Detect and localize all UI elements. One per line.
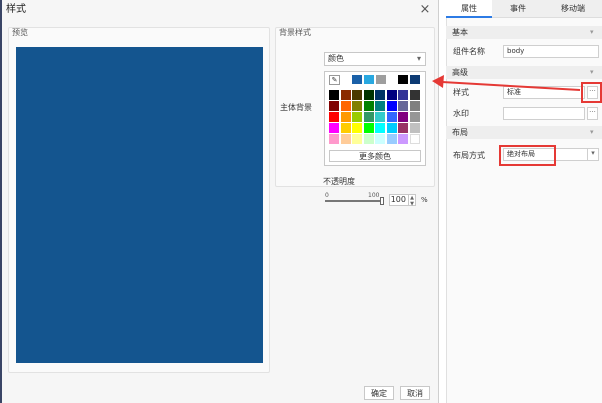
color-swatch[interactable] [398, 123, 408, 133]
opacity-stepper[interactable]: ▲ ▼ [409, 194, 416, 207]
preview-label: 预览 [12, 28, 28, 37]
recent-color-swatch[interactable] [398, 75, 408, 84]
tab-mobile[interactable]: 移动端 [544, 0, 602, 18]
preview-canvas [16, 47, 263, 363]
background-style-label: 背景样式 [279, 28, 311, 37]
recent-color-swatch[interactable] [364, 75, 374, 84]
chevron-down-icon[interactable]: ▾ [588, 148, 599, 161]
color-swatch[interactable] [329, 112, 339, 122]
recent-color-swatch[interactable] [352, 75, 362, 84]
color-swatch[interactable] [386, 134, 397, 144]
opacity-unit: % [421, 196, 428, 204]
layout-mode-label: 布局方式 [453, 151, 485, 160]
color-swatch[interactable] [352, 101, 362, 111]
eyedropper-icon[interactable]: ✎ [329, 75, 340, 85]
color-swatch[interactable] [363, 123, 374, 133]
color-swatch[interactable] [340, 112, 351, 122]
color-swatch[interactable] [352, 90, 362, 100]
color-swatch[interactable] [375, 134, 385, 144]
color-swatch[interactable] [409, 101, 420, 111]
recent-color-swatch[interactable] [376, 75, 386, 84]
close-icon[interactable]: × [418, 3, 432, 17]
component-name-label: 组件名称 [453, 47, 485, 56]
annotation-highlight-layout [499, 145, 556, 166]
color-swatch[interactable] [340, 134, 351, 144]
color-swatch[interactable] [386, 90, 397, 100]
opacity-input[interactable]: 100 [389, 194, 409, 206]
ok-button[interactable]: 确定 [364, 386, 394, 400]
section-layout[interactable] [446, 126, 602, 139]
watermark-field[interactable] [503, 107, 585, 120]
color-swatch[interactable] [340, 101, 351, 111]
section-basic[interactable] [446, 26, 602, 39]
annotation-arrow-icon [432, 75, 581, 91]
color-swatch[interactable] [398, 112, 408, 122]
color-swatch[interactable] [386, 112, 397, 122]
recent-color-swatch[interactable] [410, 75, 420, 84]
section-layout-label: 布局 [452, 128, 468, 137]
color-swatch[interactable] [398, 101, 408, 111]
color-swatch[interactable] [386, 101, 397, 111]
color-swatch[interactable] [329, 101, 339, 111]
color-swatch[interactable] [363, 90, 374, 100]
color-swatch[interactable] [329, 90, 339, 100]
chevron-down-icon[interactable]: ▾ [590, 69, 594, 76]
slider-min-label: 0 [325, 192, 329, 199]
section-basic-label: 基本 [452, 28, 468, 37]
chevron-down-icon[interactable]: ▾ [590, 29, 594, 36]
color-swatch[interactable] [340, 90, 351, 100]
color-swatch[interactable] [375, 123, 385, 133]
color-swatch[interactable] [409, 123, 420, 133]
chevron-down-icon[interactable]: ▾ [590, 129, 594, 136]
tab-properties[interactable]: 属性 [446, 0, 492, 18]
color-swatch[interactable] [375, 101, 385, 111]
color-swatch[interactable] [340, 123, 351, 133]
color-swatch[interactable] [352, 134, 362, 144]
color-swatch[interactable] [386, 123, 397, 133]
color-swatch[interactable] [329, 134, 339, 144]
more-colors-button[interactable]: 更多颜色 [329, 150, 421, 162]
color-swatch[interactable] [352, 123, 362, 133]
color-mode-value: 颜色 [328, 54, 344, 63]
color-swatch[interactable] [375, 112, 385, 122]
color-swatch[interactable] [398, 90, 408, 100]
slider-max-label: 100 [368, 192, 380, 199]
color-swatch[interactable] [363, 112, 374, 122]
color-swatch[interactable] [329, 123, 339, 133]
properties-panel [446, 0, 602, 403]
color-swatch[interactable] [409, 90, 420, 100]
opacity-slider-track[interactable] [325, 200, 383, 202]
cancel-button[interactable]: 取消 [400, 386, 430, 400]
opacity-label: 不透明度 [323, 177, 355, 186]
color-swatch[interactable] [398, 134, 408, 144]
watermark-more-button[interactable]: ··· [587, 107, 598, 120]
color-swatch[interactable] [409, 112, 420, 122]
chevron-down-icon[interactable]: ▾ [413, 53, 425, 65]
color-swatch[interactable] [375, 90, 385, 100]
watermark-label: 水印 [453, 109, 469, 118]
opacity-slider-handle[interactable] [380, 197, 384, 205]
component-name-field[interactable]: body [503, 45, 599, 58]
tab-events[interactable]: 事件 [492, 0, 544, 18]
main-background-label: 主体背景 [280, 103, 312, 112]
color-swatch[interactable] [363, 101, 374, 111]
dialog-title: 样式 [6, 4, 26, 15]
color-swatch[interactable] [409, 134, 420, 144]
color-swatch[interactable] [363, 134, 374, 144]
color-swatch[interactable] [352, 112, 362, 122]
